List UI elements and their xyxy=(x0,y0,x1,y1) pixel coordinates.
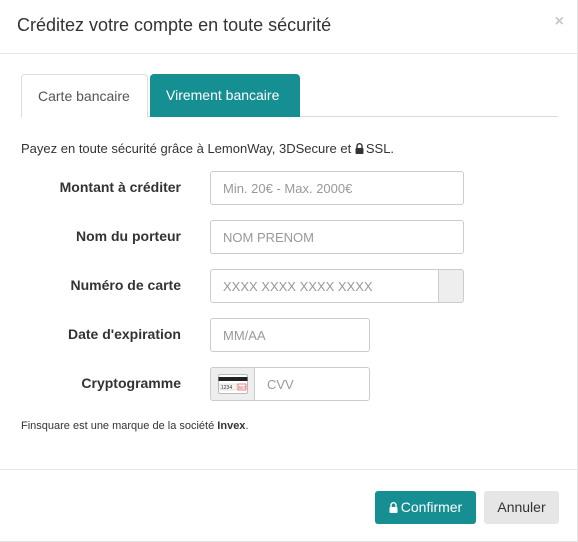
cvv-group: 1234 567 xyxy=(210,367,370,401)
brand-note-company: Invex xyxy=(217,420,246,432)
brand-note-period: . xyxy=(245,420,249,432)
cvv-input[interactable] xyxy=(254,367,370,401)
amount-row: Montant à créditer xyxy=(0,171,578,205)
confirm-label: Confirmer xyxy=(400,499,463,515)
modal-header: Créditez votre compte en toute sécurité … xyxy=(0,0,578,54)
tab-carte-bancaire[interactable]: Carte bancaire xyxy=(21,74,148,118)
cvv-card-addon: 1234 567 xyxy=(210,367,255,401)
holder-label: Nom du porteur xyxy=(76,228,181,244)
brand-note-text: Finsquare est une marque de la société xyxy=(21,420,215,432)
card-back-cvv: 567 xyxy=(239,385,247,390)
intro-ssl: SSL. xyxy=(365,141,395,156)
amount-label: Montant à créditer xyxy=(59,179,181,195)
card-number-label: Numéro de carte xyxy=(70,277,181,293)
credit-account-modal: Créditez votre compte en toute sécurité … xyxy=(0,0,578,542)
modal-title: Créditez votre compte en toute sécurité xyxy=(17,15,332,35)
cvv-row: Cryptogramme 1234 567 xyxy=(0,367,578,401)
intro-text: Payez en toute sécurité grâce à LemonWay… xyxy=(21,141,352,156)
lock-icon xyxy=(355,143,364,154)
security-intro: Payez en toute sécurité grâce à LemonWay… xyxy=(21,141,394,156)
holder-input[interactable] xyxy=(210,220,464,254)
brand-note: Finsquare est une marque de la société I… xyxy=(21,420,249,432)
cvv-label: Cryptogramme xyxy=(81,375,181,391)
card-back-digits: 1234 xyxy=(221,385,232,391)
modal-footer: Confirmer Annuler xyxy=(0,469,578,542)
tab-virement-bancaire[interactable]: Virement bancaire xyxy=(150,74,300,117)
holder-row: Nom du porteur xyxy=(0,220,578,254)
lock-icon xyxy=(389,502,398,513)
expiry-input[interactable] xyxy=(210,318,370,352)
card-number-row: Numéro de carte xyxy=(0,269,578,303)
card-back-icon: 1234 567 xyxy=(218,374,248,394)
close-icon[interactable]: × xyxy=(555,13,564,31)
expiry-label: Date d'expiration xyxy=(67,326,181,342)
card-number-group xyxy=(210,269,464,303)
payment-tabs: Carte bancaire Virement bancaire xyxy=(21,74,558,118)
amount-input[interactable] xyxy=(210,171,464,205)
expiry-row: Date d'expiration xyxy=(0,318,578,352)
card-type-addon xyxy=(438,269,464,303)
card-number-input[interactable] xyxy=(210,269,439,303)
cancel-button[interactable]: Annuler xyxy=(484,491,559,524)
confirm-button[interactable]: Confirmer xyxy=(375,491,476,524)
